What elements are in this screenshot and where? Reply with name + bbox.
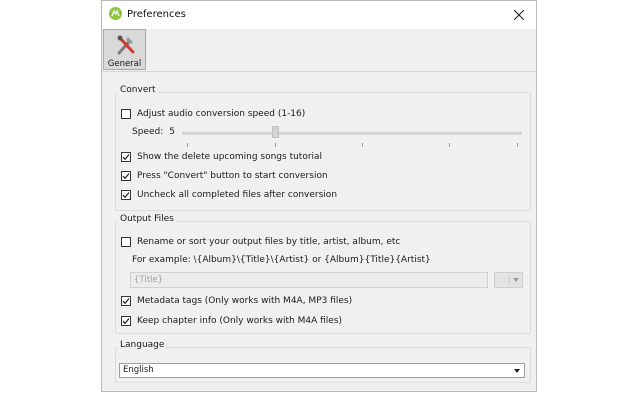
output-files-group: Output Files Rename or sort your output … [115,214,531,334]
press-convert-row: Press "Convert" button to start conversi… [121,171,328,181]
checkmark-icon [122,192,130,199]
language-selected-value: English [123,365,154,375]
speed-label: Speed: [132,127,164,137]
language-group: Language English [115,340,531,383]
output-files-group-title: Output Files [118,214,176,224]
uncheck-completed-label: Uncheck all completed files after conver… [137,190,338,200]
adjust-speed-label: Adjust audio conversion speed (1-16) [137,109,306,119]
chevron-down-icon [513,278,519,282]
slider-tick [275,143,276,147]
chapter-label: Keep chapter info (Only works with M4A f… [137,316,343,326]
rename-row: Rename or sort your output files by titl… [121,237,400,247]
format-dropdown-button[interactable] [494,272,523,288]
chapter-row: Keep chapter info (Only works with M4A f… [121,316,342,326]
slider-tick [449,143,450,147]
convert-group-title: Convert [118,85,158,95]
convert-group: Convert Adjust audio conversion speed (1… [115,85,531,211]
speed-row: Speed: 5 [132,127,175,137]
close-button[interactable] [502,1,536,29]
metadata-row: Metadata tags (Only works with M4A, MP3 … [121,296,352,306]
rename-label: Rename or sort your output files by titl… [137,237,401,247]
uncheck-completed-row: Uncheck all completed files after conver… [121,190,337,200]
toolbar: General [102,29,536,72]
chevron-down-icon [514,369,520,373]
preferences-window: Preferences General Convert Adjust audio… [101,0,537,392]
adjust-speed-row: Adjust audio conversion speed (1-16) [121,109,305,119]
language-group-title: Language [118,340,167,350]
adjust-speed-checkbox[interactable] [121,109,131,119]
checkmark-icon [122,173,130,180]
app-logo-icon [109,7,122,20]
press-convert-label: Press "Convert" button to start conversi… [137,171,328,181]
uncheck-completed-checkbox[interactable] [121,190,131,200]
speed-value: 5 [169,127,175,137]
metadata-label: Metadata tags (Only works with M4A, MP3 … [137,296,353,306]
tab-general-label: General [107,59,142,69]
metadata-checkbox[interactable] [121,296,131,306]
rename-checkbox[interactable] [121,237,131,247]
close-icon [514,10,524,20]
checkmark-icon [122,154,130,161]
example-row: For example: \{Album}\{Title}\{Artist} o… [132,255,431,265]
slider-tick [187,143,188,147]
tools-icon [117,35,135,55]
tab-general[interactable]: General [103,29,146,70]
slider-tick [517,143,518,147]
title-bar: Preferences [102,1,536,29]
show-tutorial-row: Show the delete upcoming songs tutorial [121,152,322,162]
language-select[interactable]: English [119,363,525,378]
speed-slider-thumb[interactable] [272,126,279,138]
checkmark-icon [122,318,130,325]
format-input[interactable]: {Title} [130,272,488,288]
slider-tick [362,143,363,147]
press-convert-checkbox[interactable] [121,171,131,181]
show-tutorial-checkbox[interactable] [121,152,131,162]
checkmark-icon [122,298,130,305]
show-tutorial-label: Show the delete upcoming songs tutorial [137,152,323,162]
format-example-text: For example: \{Album}\{Title}\{Artist} o… [132,255,431,265]
window-title: Preferences [127,9,186,20]
speed-slider-track[interactable] [182,132,522,135]
chapter-checkbox[interactable] [121,316,131,326]
